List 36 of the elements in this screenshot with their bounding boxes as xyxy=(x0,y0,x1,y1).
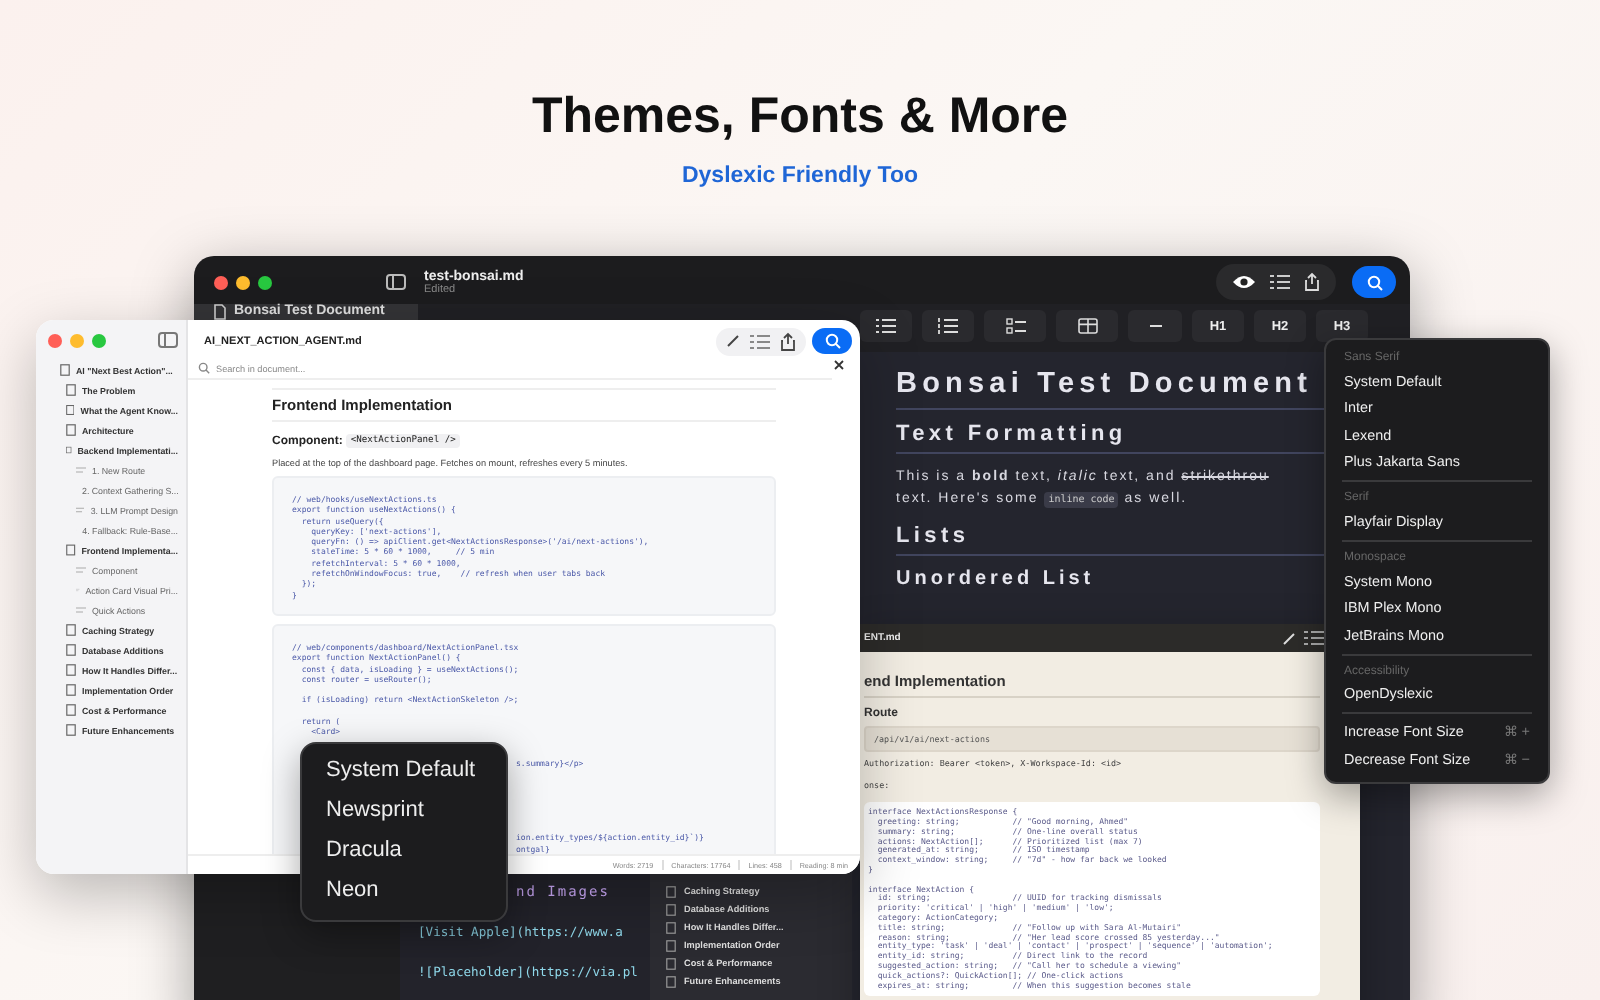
format-button[interactable] xyxy=(1056,310,1118,342)
text-lines-icon xyxy=(76,566,86,574)
close-icon[interactable] xyxy=(834,360,844,370)
search-icon xyxy=(198,362,210,374)
format-button[interactable] xyxy=(984,310,1046,342)
document-icon xyxy=(214,304,226,320)
section-heading: Text Formatting xyxy=(896,422,1324,454)
list-icon[interactable] xyxy=(1270,274,1290,290)
list-icon[interactable] xyxy=(1304,630,1324,646)
sidebar-toggle-icon[interactable] xyxy=(386,274,406,290)
text-lines-icon xyxy=(76,506,85,514)
share-icon[interactable] xyxy=(780,331,796,351)
menu-item[interactable]: Dracula xyxy=(302,832,506,872)
search-icon xyxy=(1365,273,1383,291)
menu-item[interactable]: System Default xyxy=(302,752,506,792)
subheadline: Dyslexic Friendly Too xyxy=(681,164,918,188)
text-lines-icon xyxy=(76,606,86,614)
numbered-list-icon xyxy=(938,318,958,334)
text-lines-icon xyxy=(76,466,86,474)
document-title: Bonsai Test Document xyxy=(896,368,1324,410)
sidebar-toggle-icon[interactable] xyxy=(158,332,178,348)
bullet-list-icon xyxy=(876,318,896,334)
table-icon xyxy=(1077,318,1097,334)
format-button[interactable] xyxy=(860,310,912,342)
eye-icon[interactable] xyxy=(1232,274,1256,290)
subsection-heading: Unordered List xyxy=(896,568,1097,590)
checklist-icon xyxy=(1005,318,1025,334)
menu-item[interactable]: Newsprint xyxy=(302,792,506,832)
search-button[interactable] xyxy=(1352,266,1396,298)
pencil-icon[interactable] xyxy=(726,334,740,348)
format-button[interactable] xyxy=(922,310,974,342)
section-heading: Lists xyxy=(896,524,1324,556)
document-icon xyxy=(66,544,76,556)
search-icon xyxy=(823,332,841,350)
headline: Themes, Fonts & More xyxy=(531,88,1069,146)
menu-item[interactable]: Neon xyxy=(302,872,506,912)
